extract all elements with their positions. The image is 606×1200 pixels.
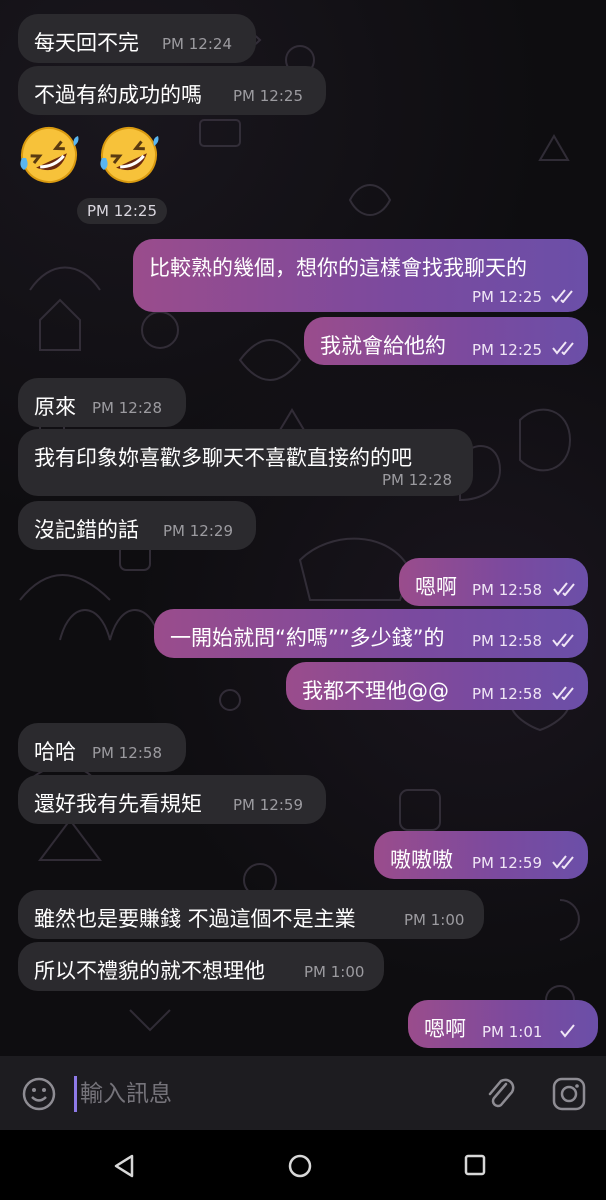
home-icon[interactable] — [286, 1152, 314, 1180]
message-text: 我就會給他約 — [320, 334, 446, 358]
message-text: 原來 — [34, 395, 76, 419]
message-bubble-outgoing[interactable]: 嗷嗷嗷 PM 12:59 — [374, 831, 588, 879]
message-text: 我有印象妳喜歡多聊天不喜歡直接約的吧 — [34, 446, 412, 470]
message-time: PM 12:28 — [92, 399, 162, 417]
message-time: PM 1:01 — [482, 1023, 543, 1041]
message-bubble-incoming[interactable]: 每天回不完 PM 12:24 — [18, 14, 256, 63]
message-input[interactable]: 輸入訊息 — [80, 1074, 460, 1114]
message-bubble-outgoing[interactable]: 我都不理他@@ PM 12:58 — [286, 662, 588, 710]
message-time: PM 12:59 — [472, 854, 542, 872]
back-icon[interactable] — [110, 1152, 138, 1180]
message-text: 不過有約成功的嗎 — [34, 83, 202, 107]
message-time: PM 12:25 — [472, 288, 542, 306]
message-bubble-incoming[interactable]: 我有印象妳喜歡多聊天不喜歡直接約的吧 PM 12:28 — [18, 429, 473, 496]
double-check-icon — [552, 341, 574, 355]
message-text: 沒記錯的話 — [34, 518, 139, 542]
message-text: 還好我有先看規矩 — [34, 792, 202, 816]
message-text: 所以不禮貌的就不想理他 — [34, 959, 265, 983]
message-bubble-incoming[interactable]: 所以不禮貌的就不想理他 PM 1:00 — [18, 942, 384, 991]
recents-icon[interactable] — [462, 1152, 488, 1178]
message-time: PM 12:25 — [472, 341, 542, 359]
emoji-message-time: PM 12:25 — [77, 198, 167, 224]
message-bubble-incoming[interactable]: 不過有約成功的嗎 PM 12:25 — [18, 66, 326, 115]
message-bubble-outgoing[interactable]: 一開始就問“約嗎””多少錢”的 PM 12:58 — [154, 609, 588, 658]
chat-area[interactable]: 每天回不完 PM 12:24 不過有約成功的嗎 PM 12:25 PM 12:2… — [0, 0, 606, 1056]
message-time: PM 12:25 — [233, 87, 303, 105]
message-bubble-incoming[interactable]: 哈哈 PM 12:58 — [18, 723, 186, 772]
message-text: 比較熟的幾個，想你的這樣會找我聊天的 — [149, 256, 527, 280]
message-time: PM 12:58 — [92, 744, 162, 762]
double-check-icon — [551, 289, 573, 303]
single-check-icon — [560, 1024, 575, 1038]
camera-icon[interactable] — [551, 1076, 587, 1112]
message-time: PM 1:00 — [404, 911, 465, 929]
message-bubble-incoming[interactable]: 還好我有先看規矩 PM 12:59 — [18, 775, 326, 824]
double-check-icon — [552, 633, 574, 647]
rolling-laughing-emoji-icon — [20, 127, 79, 183]
message-time: PM 12:24 — [162, 35, 232, 53]
message-time: PM 12:58 — [472, 581, 542, 599]
text-caret — [74, 1076, 77, 1112]
message-text: 每天回不完 — [34, 31, 139, 55]
message-bubble-outgoing[interactable]: 比較熟的幾個，想你的這樣會找我聊天的 PM 12:25 — [133, 239, 588, 312]
message-bubble-outgoing[interactable]: 我就會給他約 PM 12:25 — [304, 317, 588, 365]
message-text: 一開始就問“約嗎””多少錢”的 — [170, 626, 445, 650]
message-time: PM 12:28 — [382, 471, 452, 489]
message-bubble-incoming[interactable]: 雖然也是要賺錢 不過這個不是主業 PM 1:00 — [18, 890, 484, 939]
message-time: PM 12:29 — [163, 522, 233, 540]
message-time: PM 12:58 — [472, 632, 542, 650]
system-navigation-bar — [0, 1130, 606, 1200]
message-text: 嗷嗷嗷 — [390, 848, 453, 872]
paperclip-icon[interactable] — [484, 1076, 518, 1112]
message-time: PM 12:58 — [472, 685, 542, 703]
double-check-icon — [553, 582, 575, 596]
message-text: 我都不理他@@ — [302, 679, 449, 703]
double-check-icon — [552, 855, 574, 869]
message-text: 嗯啊 — [424, 1017, 466, 1041]
message-time: PM 12:59 — [233, 796, 303, 814]
rolling-laughing-emoji-icon — [100, 127, 159, 183]
message-time: PM 1:00 — [304, 963, 365, 981]
message-text: 雖然也是要賺錢 不過這個不是主業 — [34, 907, 356, 931]
message-composer: 輸入訊息 — [0, 1056, 606, 1130]
message-bubble-outgoing[interactable]: 嗯啊 PM 12:58 — [399, 558, 588, 606]
message-text: 哈哈 — [34, 740, 76, 764]
message-bubble-incoming[interactable]: 原來 PM 12:28 — [18, 378, 186, 427]
message-text: 嗯啊 — [415, 575, 457, 599]
double-check-icon — [552, 686, 574, 700]
message-bubble-incoming[interactable]: 沒記錯的話 PM 12:29 — [18, 501, 256, 550]
smiley-icon[interactable] — [22, 1077, 56, 1111]
message-bubble-outgoing[interactable]: 嗯啊 PM 1:01 — [408, 1000, 598, 1048]
